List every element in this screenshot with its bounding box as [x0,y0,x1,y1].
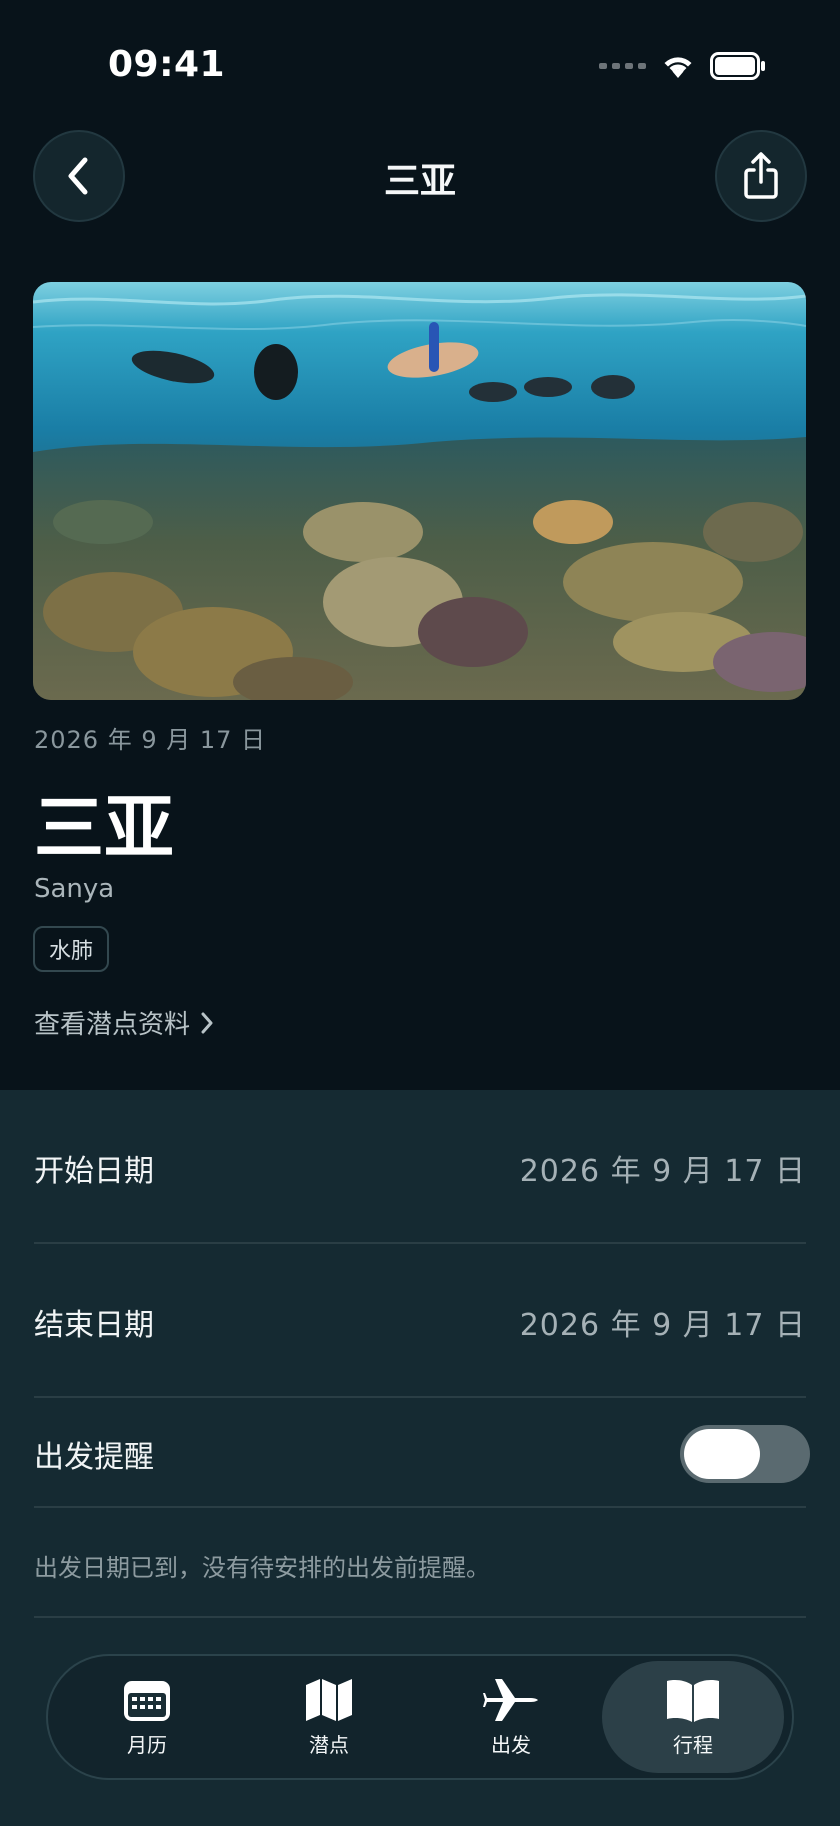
trip-title: 三亚 [34,787,174,869]
departure-reminder-row: 出发提醒 [34,1424,810,1484]
divider [34,1506,806,1508]
reminder-hint: 出发日期已到，没有待安排的出发前提醒。 [34,1554,490,1582]
start-date-value: 2026 年 9 月 17 日 [519,1154,806,1189]
view-dive-site-link[interactable]: 查看潜点资料 [34,1004,214,1041]
hero-image [33,282,806,700]
cellular-signal-icon [599,63,646,69]
status-icons [599,52,766,80]
battery-icon [710,52,765,80]
tab-dive-sites[interactable]: 潜点 [238,1661,420,1773]
status-time: 09:41 [108,44,226,85]
trip-subtitle: Sanya [34,874,115,904]
wifi-icon [664,57,692,78]
divider [34,1242,806,1244]
end-date-value: 2026 年 9 月 17 日 [519,1308,806,1343]
share-button[interactable] [715,130,807,222]
map-icon [306,1678,352,1721]
chevron-right-icon [201,1012,213,1033]
tab-label: 月历 [127,1732,167,1757]
trip-date: 2026 年 9 月 17 日 [34,726,267,754]
tab-label: 行程 [673,1732,713,1757]
view-dive-site-label: 查看潜点资料 [34,1010,191,1040]
tab-label: 潜点 [309,1732,349,1757]
divider [34,1396,806,1398]
tab-itinerary[interactable]: 行程 [602,1661,784,1773]
start-date-row[interactable]: 开始日期 2026 年 9 月 17 日 [34,1140,806,1196]
book-icon [667,1679,719,1722]
airplane-icon [483,1678,538,1721]
end-date-label: 结束日期 [34,1308,154,1343]
end-date-row[interactable]: 结束日期 2026 年 9 月 17 日 [34,1294,806,1350]
screen: 09:41 三亚 2026 年 9 月 17 日 三亚 Sanya 水肺 查看潜… [0,0,840,1826]
tab-departure[interactable]: 出发 [420,1661,602,1773]
tab-label: 出发 [491,1732,531,1757]
departure-reminder-toggle[interactable] [680,1425,810,1483]
nav-title: 三亚 [383,161,456,202]
departure-reminder-label: 出发提醒 [34,1440,154,1475]
start-date-label: 开始日期 [34,1154,154,1189]
tab-calendar[interactable]: 月历 [56,1661,238,1773]
calendar-icon [124,1680,170,1721]
dive-type-tag: 水肺 [33,926,110,972]
share-icon [744,152,778,199]
divider [34,1616,806,1618]
tab-bar: 月历 潜点 出发 行程 [46,1654,794,1780]
